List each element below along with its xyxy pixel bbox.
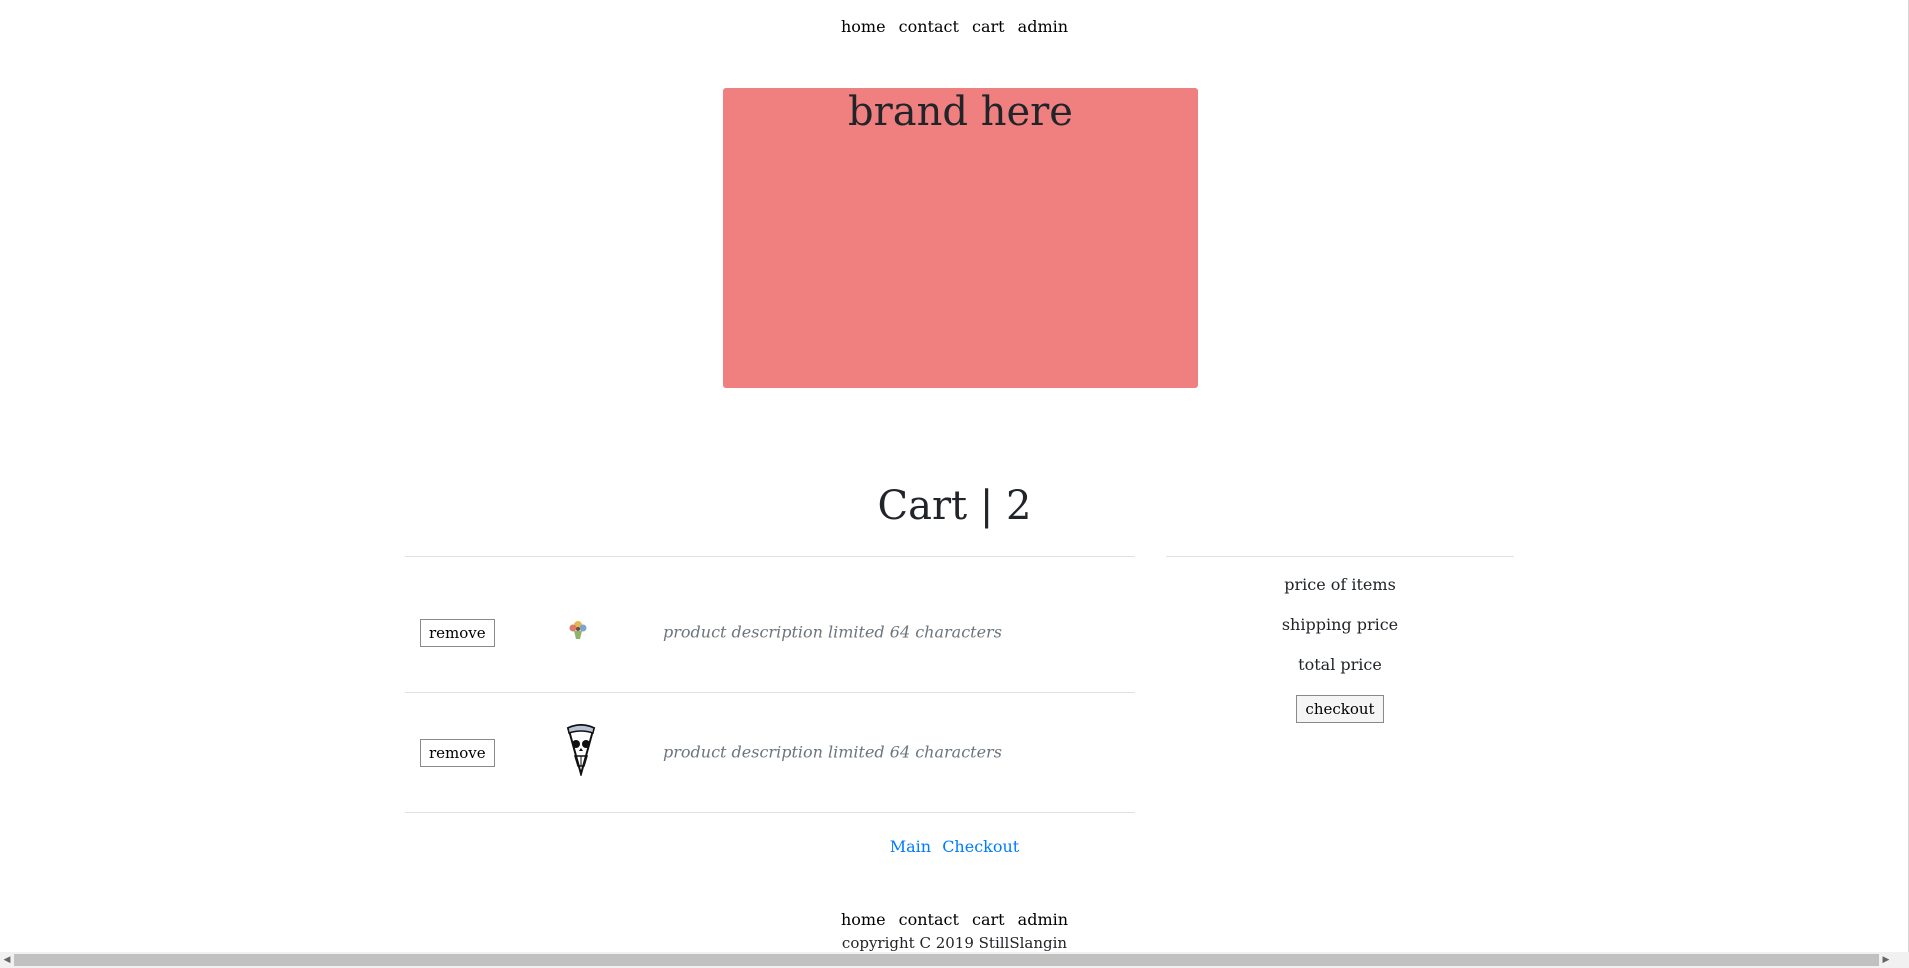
cart-item-row: remove product description limited 64 ch… — [405, 572, 1135, 692]
copyright-text: copyright C 2019 StillSlangin — [841, 934, 1068, 952]
product-description: product description limited 64 character… — [663, 622, 1002, 642]
checkout-link[interactable]: Checkout — [942, 837, 1019, 856]
footer-nav-admin[interactable]: admin — [1018, 910, 1068, 929]
footer-nav-home[interactable]: home — [841, 910, 886, 929]
main-link[interactable]: Main — [890, 837, 931, 856]
scroll-right-icon[interactable]: ▶ — [1879, 952, 1893, 968]
product-description: product description limited 64 character… — [663, 742, 1002, 762]
cart-item-row: remove product description limited 64 ch… — [405, 692, 1135, 812]
cart-divider-top — [405, 556, 1135, 557]
summary-divider-top — [1166, 556, 1514, 557]
footer-nav: home contact cart admin — [0, 910, 1909, 929]
price-of-items: price of items — [1284, 575, 1396, 594]
remove-button[interactable]: remove — [420, 739, 495, 767]
scroll-left-icon[interactable]: ◀ — [0, 952, 14, 968]
order-summary: price of items shipping price total pric… — [1166, 575, 1514, 723]
top-nav: home contact cart admin — [0, 17, 1909, 36]
flower-sticker-icon — [565, 617, 591, 647]
scrollbar-thumb[interactable] — [14, 954, 1879, 966]
brand-banner: brand here — [723, 88, 1198, 388]
skull-pizza-icon — [565, 724, 597, 780]
nav-cart[interactable]: cart — [972, 17, 1005, 36]
brand-text: brand here — [848, 89, 1073, 135]
cart-divider-bottom — [405, 812, 1135, 813]
horizontal-scrollbar[interactable]: ◀ ▶ — [0, 952, 1909, 968]
checkout-button[interactable]: checkout — [1296, 695, 1384, 723]
nav-home[interactable]: home — [841, 17, 886, 36]
bottom-links: Main Checkout — [0, 837, 1909, 856]
nav-contact[interactable]: contact — [899, 17, 959, 36]
footer-nav-contact[interactable]: contact — [899, 910, 959, 929]
shipping-price: shipping price — [1281, 615, 1399, 634]
cart-title: Cart | 2 — [877, 483, 1032, 529]
remove-button[interactable]: remove — [420, 619, 495, 647]
total-price: total price — [1298, 655, 1382, 674]
nav-admin[interactable]: admin — [1018, 17, 1068, 36]
footer-nav-cart[interactable]: cart — [972, 910, 1005, 929]
